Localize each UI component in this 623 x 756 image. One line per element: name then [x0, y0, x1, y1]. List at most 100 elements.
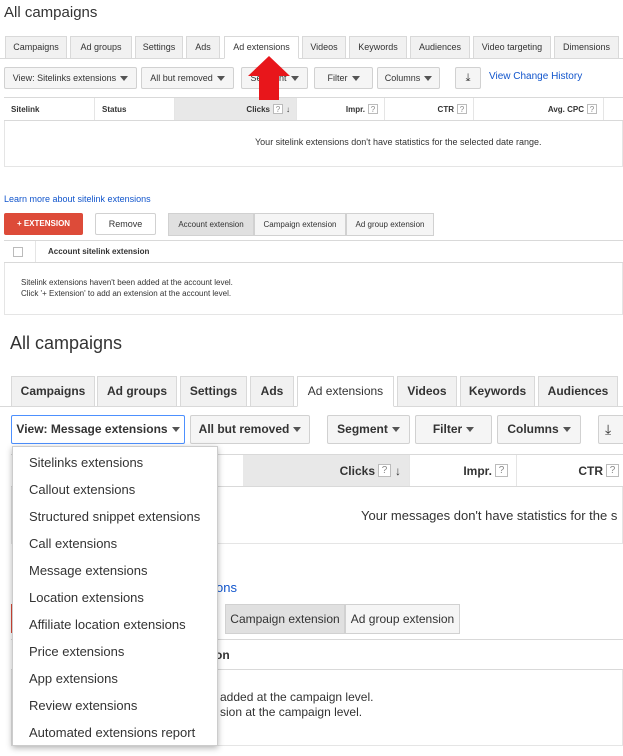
menu-item-structured-snippet[interactable]: Structured snippet extensions — [13, 503, 217, 530]
filter-dropdown[interactable]: Filter — [415, 415, 492, 444]
columns-label: Columns — [384, 73, 421, 83]
remove-button[interactable]: Remove — [95, 213, 156, 235]
impr-label: Impr. — [345, 104, 365, 114]
menu-item-app[interactable]: App extensions — [13, 665, 217, 692]
col-clicks[interactable]: Clicks? ↓ — [243, 455, 410, 486]
help-icon[interactable]: ? — [495, 464, 508, 477]
col-avg-cpc[interactable]: Avg. CPC? — [474, 98, 604, 120]
status-filter-label: All but removed — [150, 73, 213, 83]
empty-stats-message: Your sitelink extensions don't have stat… — [255, 137, 542, 147]
tab-ads[interactable]: Ads — [250, 376, 294, 407]
menu-item-callout[interactable]: Callout extensions — [13, 476, 217, 503]
tab-ads[interactable]: Ads — [186, 36, 220, 59]
tab-video-targeting[interactable]: Video targeting — [473, 36, 551, 59]
tab-settings[interactable]: Settings — [180, 376, 247, 407]
account-empty-line-2: Click '+ Extension' to add an extension … — [21, 289, 232, 298]
col-status[interactable]: Status — [95, 98, 175, 120]
chevron-down-icon — [351, 76, 360, 82]
stats-table-header: Sitelink Status Clicks? ↓ Impr.? CTR? Avg… — [4, 97, 623, 121]
account-table-body: Sitelink extensions haven't been added a… — [4, 263, 623, 315]
chevron-down-icon — [466, 427, 475, 433]
col-impr[interactable]: Impr.? — [297, 98, 385, 120]
status-filter-dropdown[interactable]: All but removed — [190, 415, 310, 444]
tab-keywords[interactable]: Keywords — [349, 36, 407, 59]
tab-campaigns[interactable]: Campaigns — [5, 36, 67, 59]
menu-item-review[interactable]: Review extensions — [13, 692, 217, 719]
ad-group-extension-tab[interactable]: Ad group extension — [345, 604, 460, 634]
campaign-empty-line-1: added at the campaign level. — [220, 690, 374, 704]
help-icon[interactable]: ? — [606, 464, 619, 477]
chevron-down-icon — [216, 76, 225, 82]
filter-label: Filter — [432, 422, 463, 436]
account-empty-line-1: Sitelink extensions haven't been added a… — [21, 278, 233, 287]
help-icon[interactable]: ? — [457, 104, 467, 114]
chevron-down-icon — [171, 427, 180, 433]
help-icon[interactable]: ? — [273, 104, 283, 114]
ad-group-extension-tab[interactable]: Ad group extension — [346, 213, 434, 236]
ctr-label: CTR — [578, 463, 603, 478]
stats-table-body: Your sitelink extensions don't have stat… — [4, 121, 623, 167]
help-icon[interactable]: ? — [368, 104, 378, 114]
columns-dropdown[interactable]: Columns — [497, 415, 581, 444]
view-dropdown[interactable]: View: Sitelinks extensions — [4, 67, 137, 89]
help-icon[interactable]: ? — [587, 104, 597, 114]
col-ctr[interactable]: CTR? — [517, 455, 623, 486]
columns-label: Columns — [507, 422, 559, 436]
chevron-down-icon — [391, 427, 400, 433]
menu-item-location[interactable]: Location extensions — [13, 584, 217, 611]
help-icon[interactable]: ? — [378, 464, 391, 477]
download-icon: ⤓ — [605, 421, 612, 437]
tab-videos[interactable]: Videos — [302, 36, 346, 59]
filter-label: Filter — [327, 73, 348, 83]
columns-dropdown[interactable]: Columns — [377, 67, 440, 89]
tab-ad-groups[interactable]: Ad groups — [70, 36, 132, 59]
chevron-down-icon — [293, 427, 302, 433]
col-sitelink[interactable]: Sitelink — [4, 98, 95, 120]
tab-ad-groups[interactable]: Ad groups — [97, 376, 177, 407]
col-ctr[interactable]: CTR? — [385, 98, 474, 120]
campaign-extension-tab[interactable]: Campaign extension — [225, 604, 345, 634]
view-dropdown-menu: Sitelinks extensions Callout extensions … — [12, 446, 218, 746]
clicks-label: Clicks — [339, 463, 375, 478]
download-button[interactable]: ⤓ — [598, 415, 623, 444]
menu-item-price[interactable]: Price extensions — [13, 638, 217, 665]
tab-settings[interactable]: Settings — [135, 36, 183, 59]
ctr-label: CTR — [437, 104, 454, 114]
learn-more-link[interactable]: Learn more about sitelink extensions — [4, 194, 151, 204]
menu-item-automated-report[interactable]: Automated extensions report — [13, 719, 217, 746]
view-change-history-link[interactable]: View Change History — [489, 71, 582, 82]
status-filter-dropdown[interactable]: All but removed — [141, 67, 234, 89]
tab-ad-extensions[interactable]: Ad extensions — [297, 376, 394, 407]
learn-more-link[interactable]: ons — [216, 580, 237, 595]
chevron-down-icon — [120, 76, 129, 82]
tab-audiences[interactable]: Audiences — [538, 376, 618, 407]
view-dropdown[interactable]: View: Message extensions — [11, 415, 185, 444]
clicks-label: Clicks — [246, 104, 270, 114]
segment-dropdown[interactable]: Segment — [327, 415, 410, 444]
chevron-down-icon — [562, 427, 571, 433]
menu-item-affiliate-location[interactable]: Affiliate location extensions — [13, 611, 217, 638]
menu-item-call[interactable]: Call extensions — [13, 530, 217, 557]
campaign-extension-tab[interactable]: Campaign extension — [254, 213, 346, 236]
account-table-header: Account sitelink extension — [4, 240, 623, 263]
tab-audiences[interactable]: Audiences — [410, 36, 470, 59]
menu-item-message[interactable]: Message extensions — [13, 557, 217, 584]
tab-campaigns[interactable]: Campaigns — [11, 376, 95, 407]
page-title: All campaigns — [4, 4, 98, 21]
tab-dimensions[interactable]: Dimensions — [554, 36, 619, 59]
col-clicks[interactable]: Clicks? ↓ — [175, 98, 297, 120]
add-extension-button[interactable]: + EXTENSION — [4, 213, 83, 235]
col-account-sitelink[interactable]: Account sitelink extension — [35, 241, 335, 262]
select-all-checkbox[interactable] — [13, 247, 23, 257]
menu-item-sitelinks[interactable]: Sitelinks extensions — [13, 449, 217, 476]
tab-videos[interactable]: Videos — [397, 376, 457, 407]
account-extension-tab[interactable]: Account extension — [168, 213, 254, 236]
campaign-empty-line-2: sion at the campaign level. — [220, 705, 363, 719]
tab-keywords[interactable]: Keywords — [460, 376, 535, 407]
empty-stats-message: Your messages don't have statistics for … — [361, 508, 618, 523]
col-impr[interactable]: Impr.? — [410, 455, 517, 486]
impr-label: Impr. — [463, 463, 492, 478]
filter-dropdown[interactable]: Filter — [314, 67, 373, 89]
up-arrow-icon — [248, 56, 290, 100]
download-button[interactable]: ⤓ — [455, 67, 481, 89]
